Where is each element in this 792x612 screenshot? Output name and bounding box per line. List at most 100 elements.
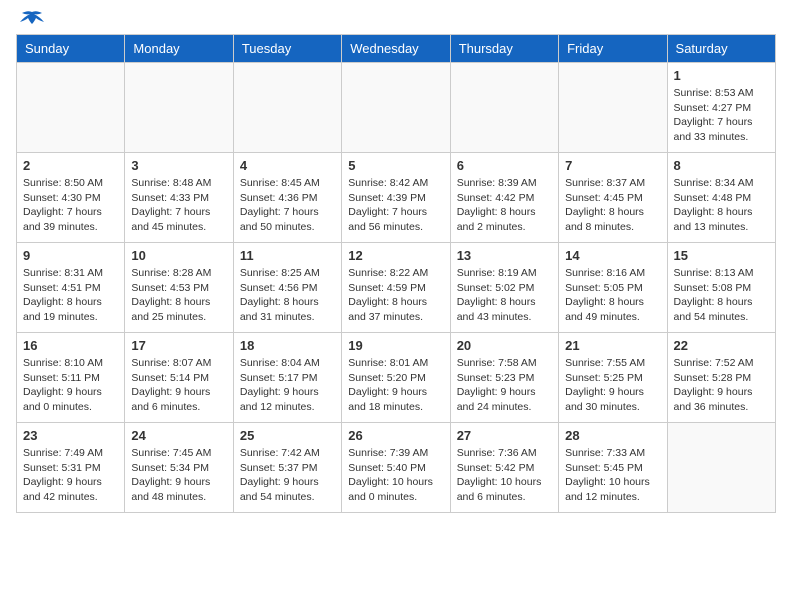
- day-number: 14: [565, 248, 660, 263]
- weekday-header-saturday: Saturday: [667, 35, 775, 63]
- day-info: Sunrise: 7:36 AMSunset: 5:42 PMDaylight:…: [457, 446, 552, 505]
- day-number: 7: [565, 158, 660, 173]
- weekday-header-sunday: Sunday: [17, 35, 125, 63]
- calendar-cell: 9Sunrise: 8:31 AMSunset: 4:51 PMDaylight…: [17, 243, 125, 333]
- calendar-table: SundayMondayTuesdayWednesdayThursdayFrid…: [16, 34, 776, 513]
- day-number: 10: [131, 248, 226, 263]
- calendar-cell: 17 Sunrise: 8:07 AMSunset: 5:14 PMDayligh…: [125, 333, 233, 423]
- day-number: 13: [457, 248, 552, 263]
- calendar-cell: [233, 63, 341, 153]
- calendar-cell: 4 Sunrise: 8:45 AMSunset: 4:36 PMDaylight…: [233, 153, 341, 243]
- calendar-cell: [342, 63, 450, 153]
- day-number: 26: [348, 428, 443, 443]
- calendar-cell: 24 Sunrise: 7:45 AMSunset: 5:34 PMDayligh…: [125, 423, 233, 513]
- calendar-cell: [667, 423, 775, 513]
- calendar-cell: 21 Sunrise: 7:55 AMSunset: 5:25 PMDayligh…: [559, 333, 667, 423]
- day-number: 5: [348, 158, 443, 173]
- calendar-header-row: SundayMondayTuesdayWednesdayThursdayFrid…: [17, 35, 776, 63]
- day-info: Sunrise: 8:28 AMSunset: 4:53 PMDaylight:…: [131, 266, 226, 325]
- day-number: 6: [457, 158, 552, 173]
- calendar-cell: 26 Sunrise: 7:39 AMSunset: 5:40 PMDayligh…: [342, 423, 450, 513]
- day-number: 23: [23, 428, 118, 443]
- day-info: Sunrise: 7:33 AMSunset: 5:45 PMDaylight:…: [565, 446, 660, 505]
- calendar-week-row: 2Sunrise: 8:50 AMSunset: 4:30 PMDaylight…: [17, 153, 776, 243]
- day-number: 21: [565, 338, 660, 353]
- calendar-cell: 3Sunrise: 8:48 AMSunset: 4:33 PMDaylight…: [125, 153, 233, 243]
- day-info: Sunrise: 7:55 AMSunset: 5:25 PMDaylight:…: [565, 356, 660, 415]
- page: SundayMondayTuesdayWednesdayThursdayFrid…: [0, 0, 792, 529]
- day-number: 17: [131, 338, 226, 353]
- calendar-cell: 11 Sunrise: 8:25 AMSunset: 4:56 PMDayligh…: [233, 243, 341, 333]
- day-info: Sunrise: 8:01 AMSunset: 5:20 PMDaylight:…: [348, 356, 443, 415]
- day-info: Sunrise: 8:34 AMSunset: 4:48 PMDaylight:…: [674, 176, 769, 235]
- day-number: 4: [240, 158, 335, 173]
- calendar-cell: 27 Sunrise: 7:36 AMSunset: 5:42 PMDayligh…: [450, 423, 558, 513]
- day-number: 27: [457, 428, 552, 443]
- calendar-cell: 13 Sunrise: 8:19 AMSunset: 5:02 PMDayligh…: [450, 243, 558, 333]
- day-info: Sunrise: 8:25 AMSunset: 4:56 PMDaylight:…: [240, 266, 335, 325]
- day-info: Sunrise: 8:19 AMSunset: 5:02 PMDaylight:…: [457, 266, 552, 325]
- day-number: 25: [240, 428, 335, 443]
- day-info: Sunrise: 7:39 AMSunset: 5:40 PMDaylight:…: [348, 446, 443, 505]
- weekday-header-friday: Friday: [559, 35, 667, 63]
- calendar-week-row: 23 Sunrise: 7:49 AMSunset: 5:31 PMDayligh…: [17, 423, 776, 513]
- day-info: Sunrise: 8:39 AMSunset: 4:42 PMDaylight:…: [457, 176, 552, 235]
- calendar-cell: 8 Sunrise: 8:34 AMSunset: 4:48 PMDaylight…: [667, 153, 775, 243]
- calendar-cell: 28 Sunrise: 7:33 AMSunset: 5:45 PMDayligh…: [559, 423, 667, 513]
- day-info: Sunrise: 7:52 AMSunset: 5:28 PMDaylight:…: [674, 356, 769, 415]
- header: [16, 16, 776, 24]
- day-info: Sunrise: 8:53 AMSunset: 4:27 PMDaylight:…: [674, 86, 769, 145]
- calendar-cell: 19 Sunrise: 8:01 AMSunset: 5:20 PMDayligh…: [342, 333, 450, 423]
- day-info: Sunrise: 7:49 AMSunset: 5:31 PMDaylight:…: [23, 446, 118, 505]
- day-info: Sunrise: 8:42 AMSunset: 4:39 PMDaylight:…: [348, 176, 443, 235]
- calendar-cell: [125, 63, 233, 153]
- day-number: 20: [457, 338, 552, 353]
- day-info: Sunrise: 7:45 AMSunset: 5:34 PMDaylight:…: [131, 446, 226, 505]
- day-number: 22: [674, 338, 769, 353]
- day-info: Sunrise: 8:10 AMSunset: 5:11 PMDaylight:…: [23, 356, 118, 415]
- day-info: Sunrise: 8:16 AMSunset: 5:05 PMDaylight:…: [565, 266, 660, 325]
- day-number: 28: [565, 428, 660, 443]
- day-number: 16: [23, 338, 118, 353]
- day-number: 12: [348, 248, 443, 263]
- calendar-cell: [450, 63, 558, 153]
- day-number: 24: [131, 428, 226, 443]
- calendar-cell: 12 Sunrise: 8:22 AMSunset: 4:59 PMDayligh…: [342, 243, 450, 333]
- day-info: Sunrise: 7:42 AMSunset: 5:37 PMDaylight:…: [240, 446, 335, 505]
- calendar-cell: 1 Sunrise: 8:53 AMSunset: 4:27 PMDaylight…: [667, 63, 775, 153]
- calendar-cell: 25 Sunrise: 7:42 AMSunset: 5:37 PMDayligh…: [233, 423, 341, 513]
- calendar-cell: 23 Sunrise: 7:49 AMSunset: 5:31 PMDayligh…: [17, 423, 125, 513]
- calendar-cell: 20Sunrise: 7:58 AMSunset: 5:23 PMDayligh…: [450, 333, 558, 423]
- day-number: 2: [23, 158, 118, 173]
- calendar-cell: 6 Sunrise: 8:39 AMSunset: 4:42 PMDaylight…: [450, 153, 558, 243]
- calendar-cell: 16 Sunrise: 8:10 AMSunset: 5:11 PMDayligh…: [17, 333, 125, 423]
- weekday-header-wednesday: Wednesday: [342, 35, 450, 63]
- calendar-cell: 22 Sunrise: 7:52 AMSunset: 5:28 PMDayligh…: [667, 333, 775, 423]
- day-number: 15: [674, 248, 769, 263]
- day-number: 1: [674, 68, 769, 83]
- calendar-cell: 5 Sunrise: 8:42 AMSunset: 4:39 PMDaylight…: [342, 153, 450, 243]
- day-info: Sunrise: 8:04 AMSunset: 5:17 PMDaylight:…: [240, 356, 335, 415]
- day-info: Sunrise: 8:37 AMSunset: 4:45 PMDaylight:…: [565, 176, 660, 235]
- calendar-week-row: 9Sunrise: 8:31 AMSunset: 4:51 PMDaylight…: [17, 243, 776, 333]
- calendar-cell: 18 Sunrise: 8:04 AMSunset: 5:17 PMDayligh…: [233, 333, 341, 423]
- day-info: Sunrise: 8:45 AMSunset: 4:36 PMDaylight:…: [240, 176, 335, 235]
- day-info: Sunrise: 8:48 AMSunset: 4:33 PMDaylight:…: [131, 176, 226, 235]
- day-info: Sunrise: 8:13 AMSunset: 5:08 PMDaylight:…: [674, 266, 769, 325]
- weekday-header-monday: Monday: [125, 35, 233, 63]
- day-number: 18: [240, 338, 335, 353]
- calendar-cell: [559, 63, 667, 153]
- day-info: Sunrise: 8:31 AMSunset: 4:51 PMDaylight:…: [23, 266, 118, 325]
- day-number: 8: [674, 158, 769, 173]
- calendar-week-row: 1 Sunrise: 8:53 AMSunset: 4:27 PMDaylight…: [17, 63, 776, 153]
- weekday-header-thursday: Thursday: [450, 35, 558, 63]
- day-number: 19: [348, 338, 443, 353]
- weekday-header-tuesday: Tuesday: [233, 35, 341, 63]
- calendar-cell: 14 Sunrise: 8:16 AMSunset: 5:05 PMDayligh…: [559, 243, 667, 333]
- calendar-cell: 2Sunrise: 8:50 AMSunset: 4:30 PMDaylight…: [17, 153, 125, 243]
- day-info: Sunrise: 8:07 AMSunset: 5:14 PMDaylight:…: [131, 356, 226, 415]
- day-info: Sunrise: 8:22 AMSunset: 4:59 PMDaylight:…: [348, 266, 443, 325]
- day-number: 11: [240, 248, 335, 263]
- calendar-cell: 15 Sunrise: 8:13 AMSunset: 5:08 PMDayligh…: [667, 243, 775, 333]
- calendar-cell: 7 Sunrise: 8:37 AMSunset: 4:45 PMDaylight…: [559, 153, 667, 243]
